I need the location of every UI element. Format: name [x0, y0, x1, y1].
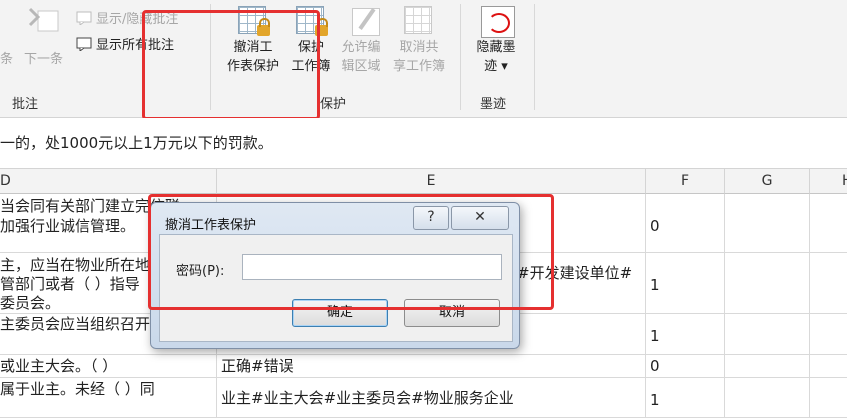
cell-f1[interactable]: 0 [646, 194, 725, 253]
comment-icon [76, 37, 92, 52]
pencil-icon [344, 6, 380, 36]
unshare-workbook-label-1: 取消共 [399, 40, 439, 55]
formula-text: 一的，处1000元以上1万元以下的罚款。 [0, 134, 273, 152]
cell-e5[interactable]: 业主#业主大会#业主委员会#物业服务企业 [217, 378, 646, 418]
cell-d5[interactable]: 属于业主。未经（ ）同 [0, 378, 217, 418]
unshare-workbook-icon [402, 6, 436, 36]
formula-bar[interactable]: 一的，处1000元以上1万元以下的罚款。 [0, 118, 847, 169]
cell-f4[interactable]: 0 [646, 355, 725, 378]
cell-d4[interactable]: 或业主大会。（ ） [0, 355, 217, 378]
next-arrow-icon [28, 5, 60, 35]
column-header-f[interactable]: F [646, 169, 725, 194]
allow-edit-ranges-button[interactable]: 允许编 辑区域 [336, 6, 386, 76]
highlight-box-ribbon [142, 10, 320, 120]
cell-g3[interactable] [725, 314, 810, 355]
cell-g5[interactable] [725, 378, 810, 418]
next-comment-button[interactable]: 下一条 [24, 48, 63, 67]
hide-ink-label-2: 迹 ▾ [484, 59, 508, 74]
comments-group-label: 批注 [12, 97, 39, 112]
unshare-workbook-button[interactable]: 取消共 享工作簿 [386, 6, 452, 76]
cell-h3[interactable] [810, 314, 847, 355]
column-header-h[interactable]: H [810, 169, 847, 194]
comment-toggle-icon [76, 11, 92, 26]
cell-f2[interactable]: 1 [646, 253, 725, 314]
next-comment-label: 下一条 [24, 52, 64, 67]
allow-edit-ranges-label-1: 允许编 [341, 40, 381, 55]
allow-edit-ranges-label-2: 辑区域 [341, 59, 381, 74]
cell-g1[interactable] [725, 194, 810, 253]
group-separator [460, 4, 461, 110]
cell-f3[interactable]: 1 [646, 314, 725, 355]
ribbon: 条 下一条 显示/隐藏批注 显示所有批注 批注 撤消工 作表保护 保护 工作簿 … [0, 0, 847, 118]
cell-g2[interactable] [725, 253, 810, 314]
cell-h4[interactable] [810, 355, 847, 378]
unshare-workbook-label-2: 享工作簿 [392, 59, 445, 74]
column-header-e[interactable]: E [217, 169, 646, 194]
cell-h5[interactable] [810, 378, 847, 418]
hide-ink-label-1: 隐藏墨 [476, 40, 516, 55]
previous-comment-button[interactable]: 条 [0, 48, 13, 67]
cell-f5[interactable]: 1 [646, 378, 725, 418]
cell-g4[interactable] [725, 355, 810, 378]
group-separator [534, 4, 535, 110]
highlight-box-dialog [148, 194, 554, 310]
hide-ink-button[interactable]: 隐藏墨 迹 ▾ [468, 6, 524, 76]
protect-group-label: 保护 [320, 97, 347, 112]
previous-comment-label: 条 [0, 52, 14, 67]
column-header-g[interactable]: G [725, 169, 810, 194]
ink-icon [479, 6, 515, 38]
column-header-d[interactable]: D [0, 169, 217, 194]
ink-group-label: 墨迹 [480, 97, 507, 112]
cell-h1[interactable] [810, 194, 847, 253]
cell-e4[interactable]: 正确#错误 [217, 355, 646, 378]
cell-h2[interactable] [810, 253, 847, 314]
